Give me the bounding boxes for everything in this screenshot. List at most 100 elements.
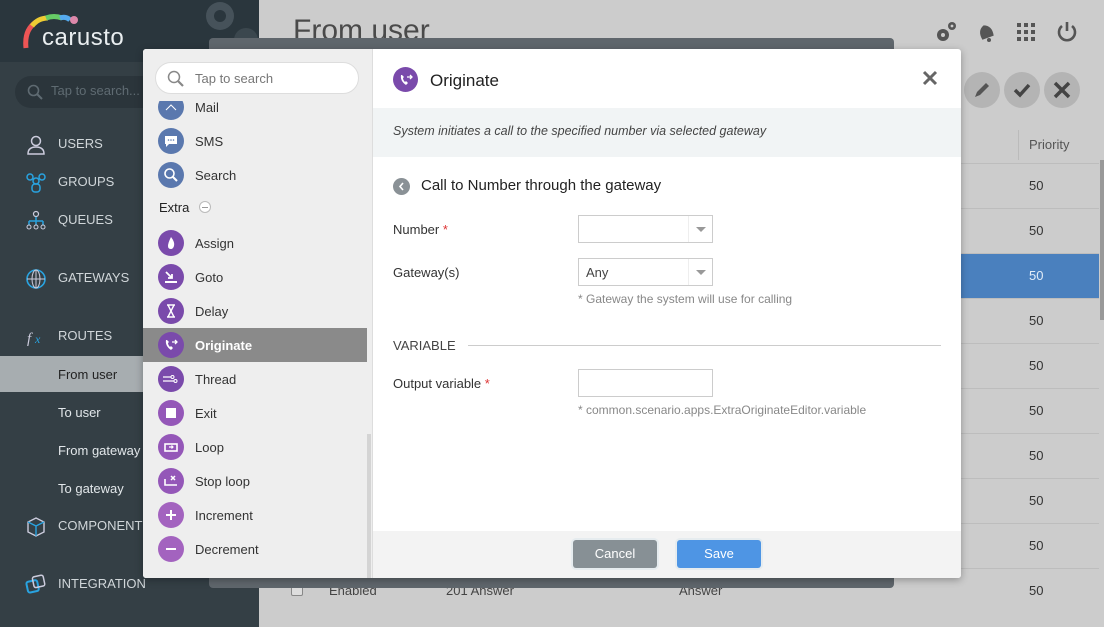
palette-item-label: Stop loop — [195, 474, 250, 489]
table-scrollbar[interactable] — [1100, 160, 1104, 320]
edit-button[interactable] — [964, 72, 1000, 108]
number-select[interactable] — [578, 215, 713, 243]
palette-scrollbar[interactable] — [367, 434, 371, 578]
palette-group-label: Extra — [159, 200, 190, 215]
confirm-button[interactable] — [1004, 72, 1040, 108]
sidebar-search-placeholder: Tap to search... — [51, 83, 140, 98]
editor-header: Originate — [373, 49, 961, 108]
settings-icon[interactable] — [934, 20, 958, 44]
apps-grid-icon[interactable] — [1014, 20, 1038, 44]
palette-item-loop[interactable]: Loop — [143, 430, 367, 464]
hourglass-icon — [158, 298, 184, 324]
section-divider — [468, 345, 941, 346]
sidebar-item-label: GATEWAYS — [58, 270, 130, 285]
palette-item-label: Originate — [195, 338, 253, 353]
user-icon — [27, 135, 45, 155]
sidebar-subitem-label: To gateway — [58, 481, 124, 496]
close-icon[interactable] — [920, 68, 940, 88]
svg-text:f: f — [27, 331, 33, 347]
editor-description: System initiates a call to the specified… — [373, 108, 961, 157]
palette-item-label: Assign — [195, 236, 235, 251]
row-priority: 50 — [1029, 268, 1044, 283]
palette-item-label: Thread — [195, 372, 237, 387]
sidebar-item-label: ROUTES — [58, 328, 113, 343]
app-palette: Tap to search Mail SMS Search Extra Assi… — [143, 49, 373, 578]
collapse-icon[interactable] — [199, 201, 212, 213]
palette-item-label: Loop — [195, 440, 224, 455]
palette-item-originate[interactable]: Originate — [143, 328, 367, 362]
number-label: Number * — [393, 222, 448, 237]
palette-item-stop-loop[interactable]: Stop loop — [143, 464, 367, 498]
gateway-select[interactable]: Any — [578, 258, 713, 286]
palette-item-exit[interactable]: Exit — [143, 396, 367, 430]
thread-icon — [158, 366, 184, 392]
bell-icon[interactable] — [974, 20, 998, 44]
output-variable-input[interactable] — [578, 369, 713, 397]
section-variable: VARIABLE — [393, 338, 456, 353]
column-header-priority[interactable]: Priority — [1029, 137, 1069, 152]
palette-item-decrement[interactable]: Decrement — [143, 532, 367, 566]
palette-item-label: Mail — [195, 101, 219, 115]
palette-item-search[interactable]: Search — [143, 158, 367, 192]
cube-icon — [27, 517, 45, 537]
palette-item-label: SMS — [195, 134, 224, 149]
sidebar-subitem-label: To user — [58, 405, 101, 420]
save-button[interactable]: Save — [677, 540, 761, 568]
sms-icon — [158, 128, 184, 154]
phone-forward-icon — [158, 332, 184, 358]
palette-list: Mail SMS Search Extra Assign Goto Delay Ori… — [143, 101, 367, 578]
palette-item-increment[interactable]: Increment — [143, 498, 367, 532]
sidebar-subitem-label: From gateway — [58, 443, 141, 458]
search-icon — [27, 84, 43, 100]
edit-icon — [975, 83, 989, 97]
palette-item-delay[interactable]: Delay — [143, 294, 367, 328]
discard-button[interactable] — [1044, 72, 1080, 108]
sidebar-item-label: QUEUES — [58, 212, 113, 227]
chevron-down-icon[interactable] — [688, 216, 712, 242]
editor-subtitle: Call to Number through the gateway — [421, 177, 662, 194]
required-mark: * — [484, 376, 490, 391]
editor-panel: Originate System initiates a call to the… — [373, 49, 961, 578]
app-root: carusto Tap to search... USERS GROUPS QU… — [0, 0, 1104, 627]
groups-icon — [26, 173, 46, 193]
palette-item-mail[interactable]: Mail — [143, 101, 367, 124]
row-priority: 50 — [1029, 448, 1044, 463]
power-icon[interactable] — [1055, 20, 1079, 44]
palette-item-assign[interactable]: Assign — [143, 226, 367, 260]
number-label-text: Number — [393, 222, 440, 237]
palette-search-input[interactable]: Tap to search — [155, 62, 359, 94]
search-icon — [167, 70, 184, 87]
sidebar-item-label: GROUPS — [58, 174, 115, 189]
search-icon — [158, 162, 184, 188]
goto-icon — [158, 264, 184, 290]
editor-title: Originate — [430, 71, 499, 90]
check-icon — [1013, 83, 1031, 98]
fire-icon — [158, 230, 184, 256]
palette-search-placeholder: Tap to search — [195, 71, 274, 86]
minus-icon — [158, 536, 184, 562]
output-variable-hint: * common.scenario.apps.ExtraOriginateEdi… — [578, 403, 867, 417]
required-mark: * — [442, 222, 448, 237]
output-variable-label: Output variable * — [393, 376, 490, 391]
palette-item-label: Decrement — [195, 542, 259, 557]
fx-icon: fx — [27, 331, 41, 347]
globe-icon — [26, 269, 46, 289]
row-priority: 50 — [1029, 358, 1044, 373]
sidebar-item-label: INTEGRATION — [58, 576, 146, 591]
stop-loop-icon — [158, 468, 184, 494]
phone-forward-icon — [393, 67, 418, 92]
gateway-hint: * Gateway the system will use for callin… — [578, 292, 793, 306]
output-label-text: Output variable — [393, 376, 482, 391]
palette-group-extra[interactable]: Extra — [159, 200, 212, 215]
mail-icon — [158, 101, 184, 120]
cancel-button[interactable]: Cancel — [573, 540, 657, 568]
palette-item-goto[interactable]: Goto — [143, 260, 367, 294]
palette-item-thread[interactable]: Thread — [143, 362, 367, 396]
integration-icon — [25, 574, 46, 594]
plus-icon — [158, 502, 184, 528]
palette-item-sms[interactable]: SMS — [143, 124, 367, 158]
loop-icon — [158, 434, 184, 460]
palette-item-label: Search — [195, 168, 237, 183]
chevron-down-icon[interactable] — [688, 259, 712, 285]
column-separator — [1018, 130, 1019, 160]
